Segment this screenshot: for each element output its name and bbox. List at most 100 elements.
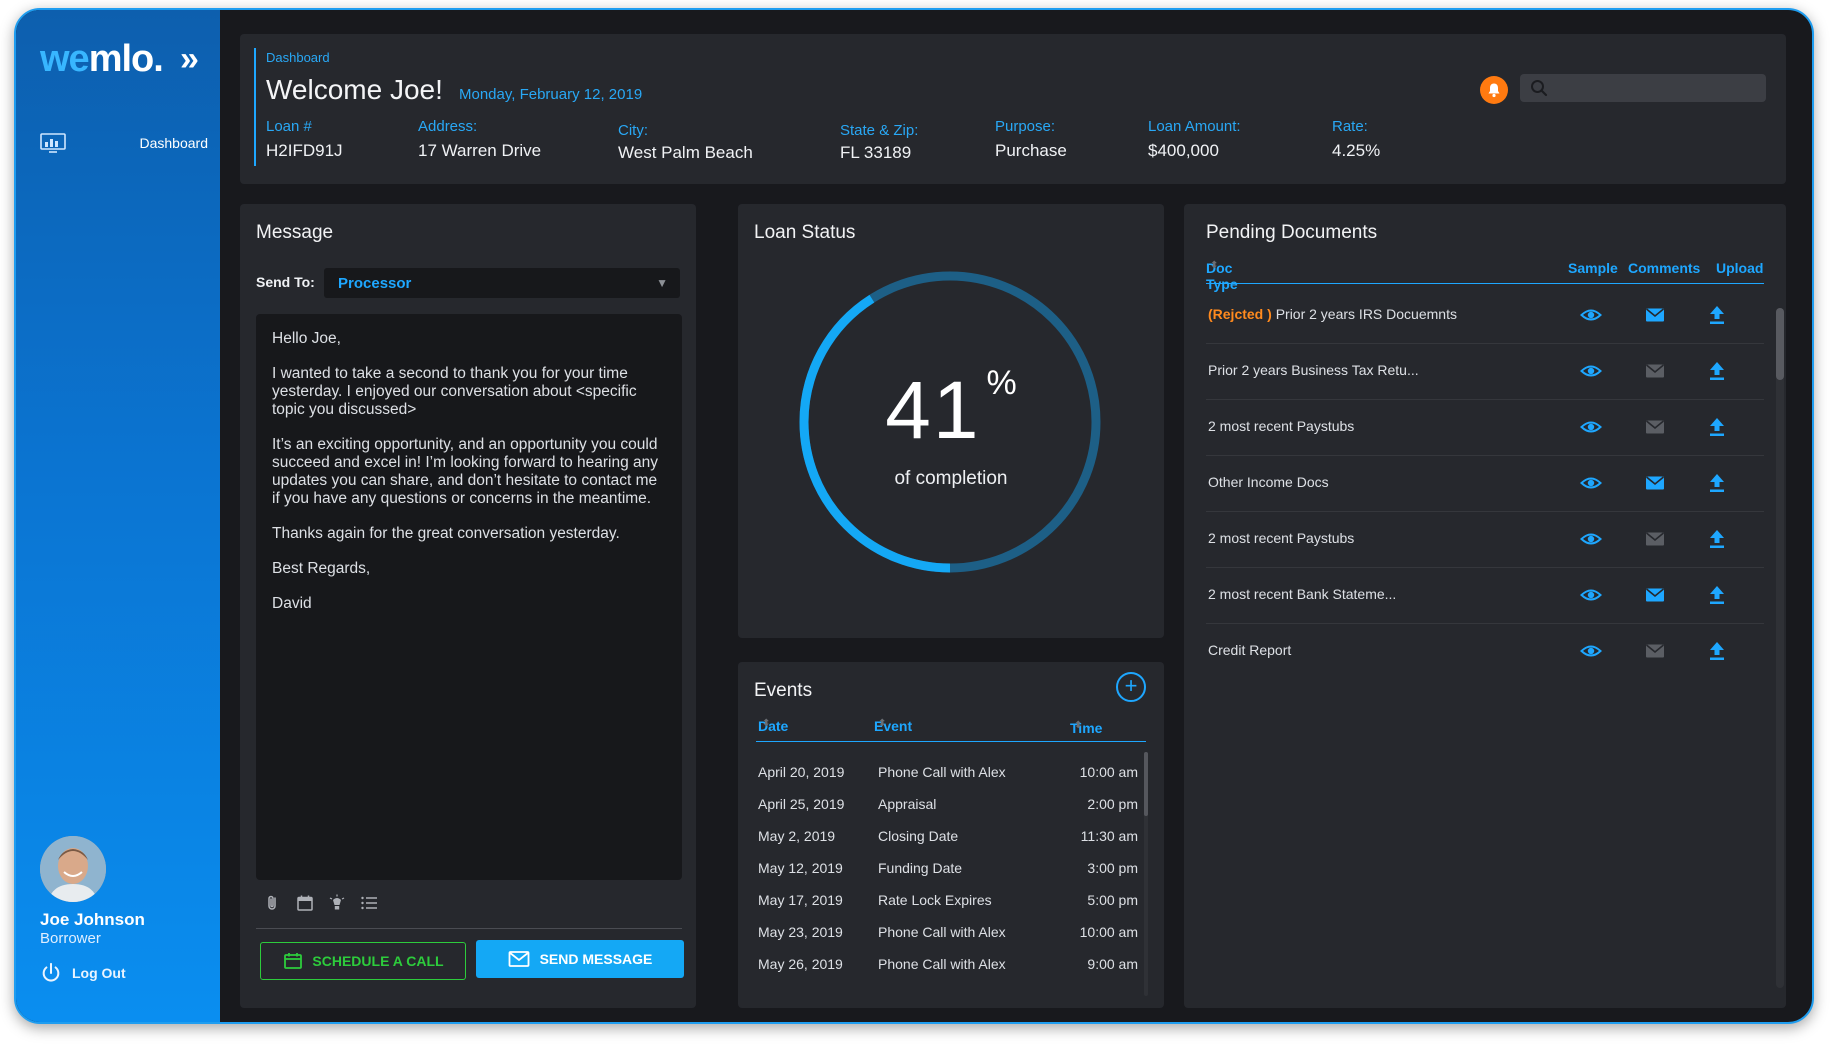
document-row[interactable]: Credit Report [1206,624,1764,680]
document-row[interactable]: (Rejcted ) Prior 2 years IRS Docuemnts [1206,288,1764,344]
lightbulb-icon[interactable] [328,894,346,912]
field-value: FL 33189 [840,143,912,162]
search-input[interactable] [1556,80,1756,96]
view-sample-eye-icon[interactable] [1580,472,1602,494]
wemlo-logo[interactable]: wemlo. » [40,38,199,81]
avatar[interactable] [40,836,106,902]
document-row[interactable]: Prior 2 years Business Tax Retu... [1206,344,1764,400]
search-box[interactable] [1520,74,1766,102]
divider [256,928,682,929]
upload-arrow-icon[interactable] [1706,416,1728,438]
comments-envelope-icon[interactable] [1644,640,1666,662]
event-time: 2:00 pm [1087,796,1138,812]
paperclip-icon[interactable] [264,894,282,912]
documents-scrollbar-track[interactable] [1776,308,1784,988]
page-title: Welcome Joe! [266,74,443,105]
field-label: Rate: [1332,118,1368,135]
send-message-label: SEND MESSAGE [539,951,653,967]
message-body-textarea[interactable]: Hello Joe, I wanted to take a second to … [256,314,682,880]
message-paragraph: Thanks again for the great conversation … [272,525,620,542]
comments-envelope-icon[interactable] [1644,304,1666,326]
completion-percent: 41% [738,364,1164,458]
schedule-call-label: SCHEDULE A CALL [312,953,444,969]
events-title: Events [754,680,813,701]
percent-symbol: % [986,364,1017,402]
sort-icon: ⬍ [1074,720,1083,731]
comments-envelope-icon[interactable] [1644,584,1666,606]
event-time: 3:00 pm [1087,860,1138,876]
sort-icon: ⬍ [1210,260,1219,271]
send-message-button[interactable]: SEND MESSAGE [476,940,684,978]
document-row[interactable]: 2 most recent Bank Stateme... [1206,568,1764,624]
expand-sidebar-icon[interactable]: » [180,40,199,79]
add-event-button[interactable]: + [1116,672,1146,702]
field-city: City: West Palm Beach [618,122,753,163]
document-title: 2 most recent Bank Stateme... [1208,586,1397,602]
notifications-button[interactable] [1480,76,1508,104]
view-sample-eye-icon[interactable] [1580,360,1602,382]
event-time: 9:00 am [1087,956,1138,972]
calendar-icon[interactable] [296,894,314,912]
document-row[interactable]: 2 most recent Paystubs [1206,512,1764,568]
schedule-call-button[interactable]: SCHEDULE A CALL [260,942,466,980]
event-row[interactable]: April 20, 2019 Phone Call with Alex 10:00 … [758,756,1138,788]
message-paragraph: I wanted to take a second to thank you f… [272,365,637,418]
loan-status-panel: Loan Status 41% of completion [738,204,1164,638]
view-sample-eye-icon[interactable] [1580,304,1602,326]
search-icon [1531,80,1548,97]
event-name: Rate Lock Expires [878,892,992,908]
event-row[interactable]: May 26, 2019 Phone Call with Alex 9:00 am [758,948,1138,980]
document-name: (Rejcted ) Prior 2 years IRS Docuemnts [1208,306,1457,322]
document-name: Other Income Docs [1208,474,1329,490]
upload-arrow-icon[interactable] [1706,528,1728,550]
documents-scrollbar-thumb[interactable] [1776,308,1784,380]
document-name: 2 most recent Paystubs [1208,418,1354,434]
event-row[interactable]: May 2, 2019 Closing Date 11:30 am [758,820,1138,852]
comments-envelope-icon[interactable] [1644,360,1666,382]
upload-arrow-icon[interactable] [1706,640,1728,662]
event-time: 10:00 am [1079,924,1138,940]
event-row[interactable]: May 12, 2019 Funding Date 3:00 pm [758,852,1138,884]
comments-envelope-icon[interactable] [1644,472,1666,494]
upload-arrow-icon[interactable] [1706,304,1728,326]
list-icon[interactable] [360,894,378,912]
events-scrollbar-thumb[interactable] [1144,752,1148,816]
message-paragraph: Hello Joe, [272,330,341,347]
event-row[interactable]: May 17, 2019 Rate Lock Expires 5:00 pm [758,884,1138,916]
breadcrumb[interactable]: Dashboard [266,50,330,65]
document-name: Prior 2 years Business Tax Retu... [1208,362,1419,378]
field-address: Address: 17 Warren Drive [418,118,541,161]
event-time: 10:00 am [1079,764,1138,780]
field-value: 17 Warren Drive [418,141,542,160]
document-row[interactable]: Other Income Docs [1206,456,1764,512]
event-time: 5:00 pm [1087,892,1138,908]
view-sample-eye-icon[interactable] [1580,416,1602,438]
comments-envelope-icon[interactable] [1644,416,1666,438]
field-state-zip: State & Zip: FL 33189 [840,122,918,163]
logout-button[interactable]: Log Out [40,962,126,984]
document-row[interactable]: 2 most recent Paystubs [1206,400,1764,456]
sidebar: wemlo. » Dashboard Joe Johnson Borrower [16,10,220,1022]
view-sample-eye-icon[interactable] [1580,640,1602,662]
view-sample-eye-icon[interactable] [1580,528,1602,550]
bell-icon [1488,83,1500,98]
dropdown-caret-icon: ▼ [656,276,668,290]
event-row[interactable]: May 23, 2019 Phone Call with Alex 10:00 am [758,916,1138,948]
sidebar-item-dashboard[interactable]: Dashboard [40,128,208,158]
documents-table-header: Doc Type ⬍ Sample Comments Upload [1206,260,1764,292]
event-row[interactable]: April 25, 2019 Appraisal 2:00 pm [758,788,1138,820]
view-sample-eye-icon[interactable] [1580,584,1602,606]
message-paragraph: It’s an exciting opportunity, and an opp… [272,436,658,507]
field-label: City: [618,122,648,139]
event-date: May 2, 2019 [758,828,836,844]
event-date: April 25, 2019 [758,796,845,812]
field-label: Address: [418,118,478,135]
upload-arrow-icon[interactable] [1706,584,1728,606]
upload-arrow-icon[interactable] [1706,472,1728,494]
user-photo-icon [40,836,106,902]
upload-arrow-icon[interactable] [1706,360,1728,382]
completion-label: of completion [894,468,1008,489]
event-name: Phone Call with Alex [878,956,1006,972]
recipient-select[interactable]: Processor ▼ [324,268,680,298]
comments-envelope-icon[interactable] [1644,528,1666,550]
